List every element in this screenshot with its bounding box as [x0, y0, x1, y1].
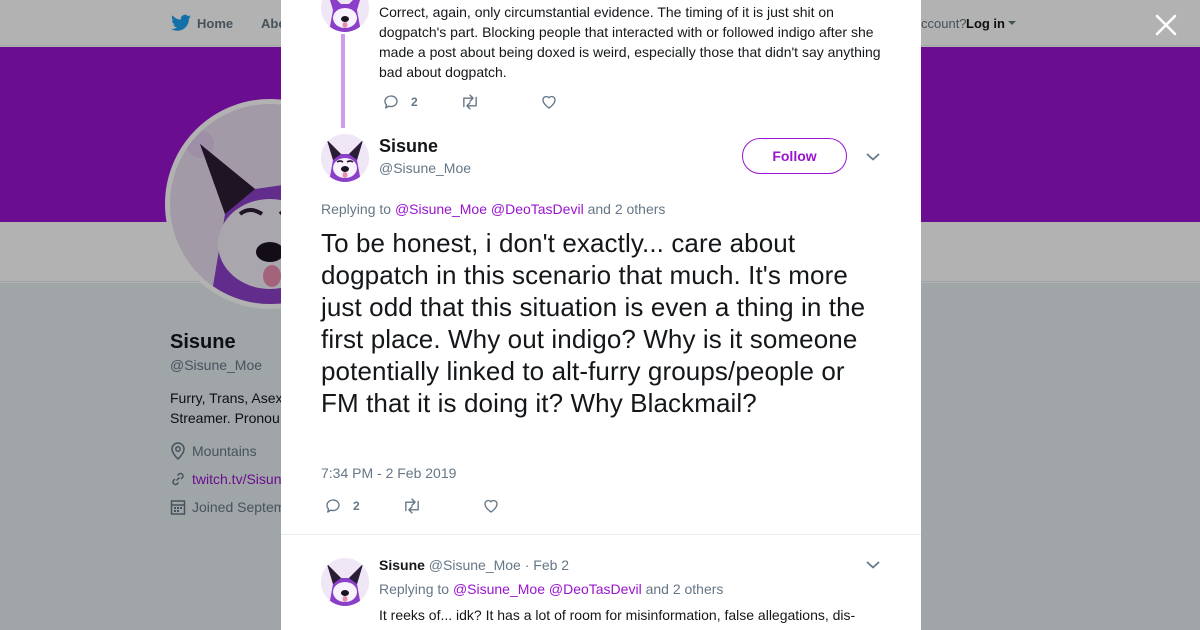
- mention-link[interactable]: @DeoTasDevil: [549, 581, 642, 597]
- reply-tweet-header: Sisune @Sisune_Moe · Feb 2: [379, 557, 569, 573]
- avatar[interactable]: [321, 558, 369, 606]
- follow-button[interactable]: Follow: [742, 138, 847, 174]
- tweet-author-name[interactable]: Sisune: [379, 557, 425, 573]
- mention-link[interactable]: @Sisune_Moe: [395, 201, 487, 217]
- reply-action[interactable]: 2: [382, 93, 418, 111]
- mention-link[interactable]: @Sisune_Moe: [453, 581, 545, 597]
- chevron-down-icon[interactable]: [866, 560, 880, 570]
- heart-icon: [542, 95, 556, 109]
- retweet-icon: [463, 94, 477, 110]
- tweet-author-handle[interactable]: @Sisune_Moe: [379, 160, 471, 176]
- reply-count: 2: [353, 499, 360, 513]
- avatar[interactable]: [321, 134, 369, 182]
- tweet-date[interactable]: · Feb 2: [525, 557, 569, 573]
- others-link[interactable]: and 2 others: [646, 581, 724, 597]
- chevron-down-icon[interactable]: [866, 152, 880, 162]
- retweet-icon: [405, 498, 419, 514]
- fox-avatar-image: [321, 0, 369, 32]
- fox-avatar-image: [321, 134, 369, 182]
- like-action[interactable]: [482, 497, 500, 515]
- thread-connector-line: [341, 34, 345, 128]
- like-action[interactable]: [540, 93, 558, 111]
- reply-count: 2: [411, 95, 418, 109]
- tweet-timestamp[interactable]: 7:34 PM - 2 Feb 2019: [321, 465, 456, 481]
- retweet-action[interactable]: [460, 93, 480, 111]
- retweet-action[interactable]: [402, 497, 422, 515]
- avatar[interactable]: [321, 0, 369, 32]
- heart-icon: [484, 499, 498, 513]
- tweet-modal: Correct, again, only circumstantial evid…: [281, 0, 921, 630]
- tweet-text: It reeks of... idk? It has a lot of room…: [379, 607, 886, 630]
- replying-to-context: Replying to @Sisune_Moe @DeoTasDevil and…: [379, 581, 723, 597]
- reply-icon: [384, 95, 398, 109]
- mention-link[interactable]: @DeoTasDevil: [491, 201, 584, 217]
- reply-icon: [326, 499, 340, 513]
- others-link[interactable]: and 2 others: [588, 201, 666, 217]
- tweet-author-handle[interactable]: @Sisune_Moe: [429, 557, 521, 573]
- tweet-text: To be honest, i don't exactly... care ab…: [321, 228, 866, 418]
- previous-tweet-text: Correct, again, only circumstantial evid…: [379, 4, 881, 80]
- fox-avatar-image: [321, 558, 369, 606]
- reply-action[interactable]: 2: [324, 497, 360, 515]
- replying-to-label: Replying to: [379, 581, 450, 597]
- close-icon[interactable]: [1154, 13, 1178, 37]
- tweet-author-name[interactable]: Sisune: [379, 136, 438, 157]
- replying-to-label: Replying to: [321, 201, 392, 217]
- divider: [281, 534, 921, 535]
- replying-to-context: Replying to @Sisune_Moe @DeoTasDevil and…: [321, 201, 665, 217]
